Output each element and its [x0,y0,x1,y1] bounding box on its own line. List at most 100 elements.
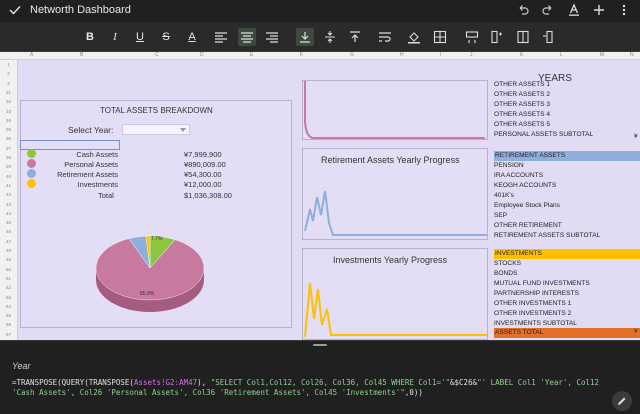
row-header[interactable]: 39 [0,164,17,169]
personal-assets-line [304,81,485,140]
year-dropdown[interactable] [122,124,190,135]
selected-cell[interactable] [20,140,120,150]
list-item: OTHER INVESTMENTS 1 [494,300,572,307]
legend-value: ¥54,300.00 [184,170,222,179]
align-left-icon [215,32,227,43]
row-header[interactable]: 56 [0,322,17,327]
row-header[interactable]: 44 [0,211,17,216]
borders-icon [433,30,447,44]
row-header[interactable]: 2 [0,71,17,76]
column-header[interactable]: C [155,52,159,58]
column-header[interactable]: A [30,52,33,58]
personal-subtotal-currency: ¥ [634,133,638,140]
list-item: KEOGH ACCOUNTS [494,182,557,189]
list-item: MUTUAL FUND INVESTMENTS [494,280,590,287]
fill-color-button[interactable] [405,28,423,46]
title-bar: Networth Dashboard [0,0,640,22]
row-header[interactable]: 50 [0,267,17,272]
align-right-button[interactable] [263,28,281,46]
assets-pie-chart: 7.7% 85.9% [95,235,205,312]
more-vertical-icon[interactable] [617,3,631,17]
retirement-assets-header: RETIREMENT ASSETS [494,151,640,161]
valign-top-button[interactable] [346,28,364,46]
column-header[interactable]: L [560,52,563,58]
row-header[interactable]: 36 [0,136,17,141]
delete-column-button[interactable] [540,28,558,46]
row-header[interactable]: 42 [0,192,17,197]
borders-button[interactable] [431,28,449,46]
column-header[interactable]: K [520,52,523,58]
personal-assets-chart-panel [302,80,488,140]
row-header[interactable]: 55 [0,313,17,318]
column-header[interactable]: E [250,52,253,58]
list-item: OTHER ASSETS 2 [494,91,551,98]
align-center-icon [241,32,253,43]
formula-part: ,0)) [404,388,423,397]
wrap-text-icon [379,32,391,42]
row-header[interactable]: 54 [0,304,17,309]
row-header[interactable]: 33 [0,109,17,114]
list-item: PENSION [494,162,524,169]
add-icon[interactable] [592,3,606,17]
valign-middle-button[interactable] [321,28,339,46]
select-year-label: Select Year: [68,125,114,135]
insert-row-button[interactable] [463,28,481,46]
row-header[interactable]: 47 [0,239,17,244]
row-header[interactable]: 38 [0,155,17,160]
column-header[interactable]: D [200,52,204,58]
list-item: STOCKS [494,260,521,267]
spreadsheet-grid[interactable]: A B C D E F G H I J K L M N 1 2 3 31 32 33 34 35 36 37 38 39 40 41… [0,52,640,340]
italic-button[interactable]: I [106,28,124,46]
row-header[interactable]: 37 [0,146,17,151]
row-header[interactable]: 43 [0,202,17,207]
drag-handle[interactable] [313,344,327,346]
row-header[interactable]: 35 [0,127,17,132]
row-header[interactable]: 31 [0,90,17,95]
column-header[interactable]: M [600,52,604,58]
column-header[interactable]: N [630,52,634,58]
row-header[interactable]: 46 [0,229,17,234]
underline-button[interactable]: U [131,28,149,46]
row-header[interactable]: 48 [0,248,17,253]
row-header[interactable]: 3 [0,81,17,86]
column-header[interactable]: I [440,52,441,58]
row-header[interactable]: 45 [0,220,17,225]
row-header[interactable]: 53 [0,295,17,300]
retirement-assets-list: PENSION IRA ACCOUNTS KEOGH ACCOUNTS 401K's E… [494,161,600,241]
column-header[interactable]: J [470,52,473,58]
text-color-button[interactable]: A [183,28,201,46]
insert-column-button[interactable] [488,28,506,46]
text-format-icon[interactable] [567,3,581,17]
wrap-text-button[interactable] [376,28,394,46]
undo-icon[interactable] [516,3,530,17]
column-header[interactable]: H [400,52,404,58]
valign-middle-icon [325,31,335,43]
edit-fab[interactable] [612,391,632,411]
legend-dot [27,169,36,178]
freeze-button[interactable] [514,28,532,46]
chevron-down-icon [180,128,186,132]
legend-value: ¥12,000.00 [184,180,222,189]
column-header[interactable]: B [80,52,83,58]
column-header[interactable]: G [350,52,354,58]
strikethrough-button[interactable]: S [157,28,175,46]
valign-bottom-button[interactable] [296,28,314,46]
check-icon[interactable] [8,3,22,17]
align-center-button[interactable] [238,28,256,46]
row-header[interactable]: 51 [0,276,17,281]
row-header[interactable]: 1 [0,62,17,67]
align-left-button[interactable] [212,28,230,46]
row-header[interactable]: 32 [0,99,17,104]
formula-input[interactable]: =TRANSPOSE(QUERY(TRANSPOSE(Assets!G2:AM4… [12,378,612,398]
row-header[interactable]: 34 [0,118,17,123]
bold-button[interactable]: B [81,28,99,46]
app-window: Networth Dashboard B I U S A A B C D E F G H I J K… [0,0,640,414]
row-header[interactable]: 41 [0,183,17,188]
column-header[interactable]: F [300,52,303,58]
row-header[interactable]: 57 [0,332,17,337]
redo-icon[interactable] [541,3,555,17]
row-header[interactable]: 52 [0,285,17,290]
row-header[interactable]: 40 [0,174,17,179]
row-header[interactable]: 49 [0,257,17,262]
total-label: Total [98,191,114,200]
